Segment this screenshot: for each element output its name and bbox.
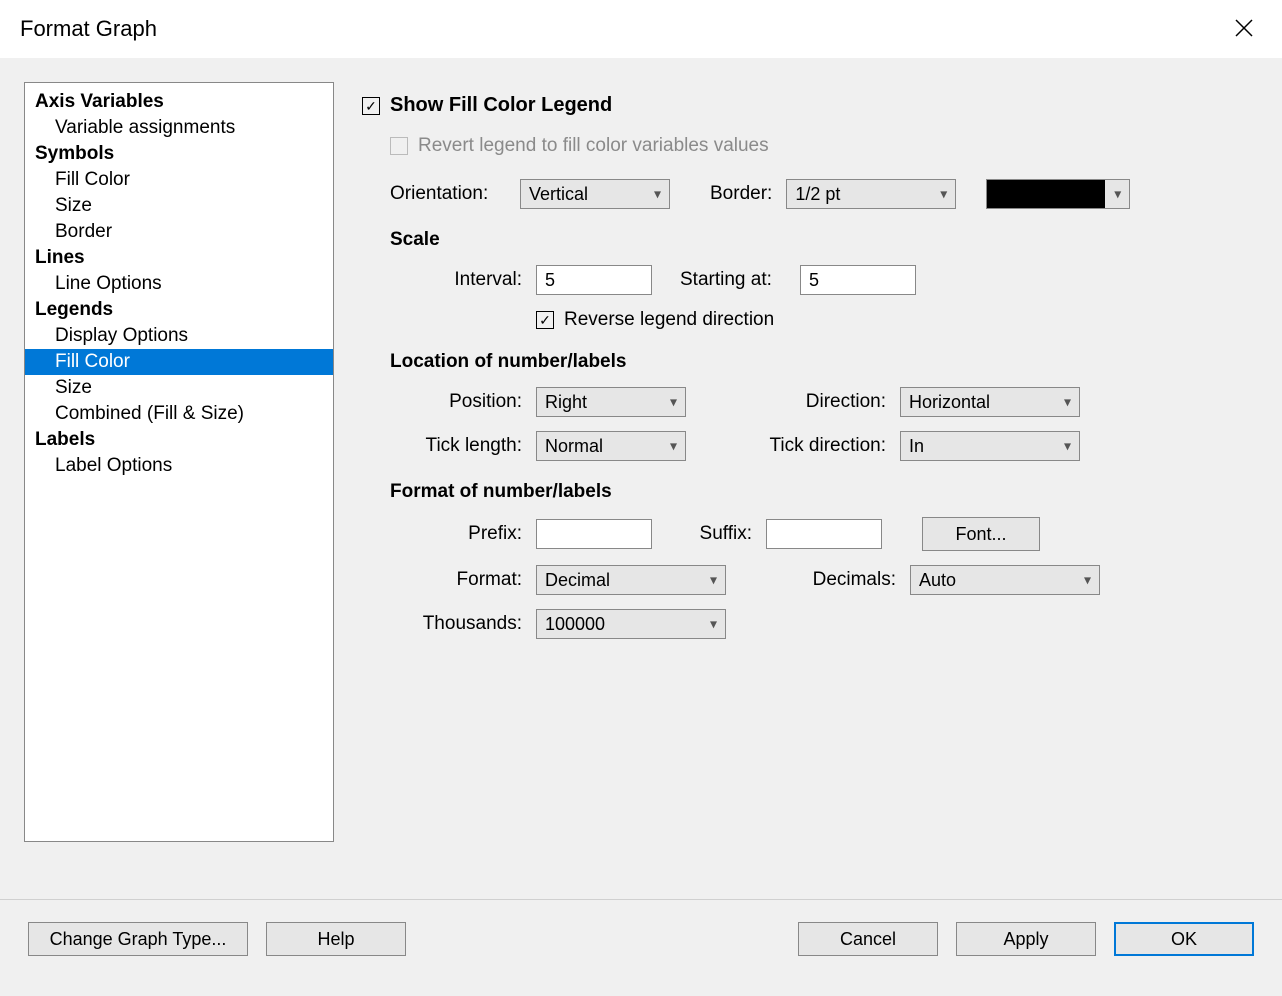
orientation-border-row: Orientation: Vertical ▾ Border: 1/2 pt ▾ (362, 179, 1258, 209)
check-icon: ✓ (365, 99, 377, 113)
chevron-down-icon: ▾ (710, 616, 717, 633)
location-section-title: Location of number/labels (362, 351, 1258, 373)
border-label: Border: (710, 183, 772, 205)
chevron-down-icon: ▾ (1084, 572, 1091, 589)
format-dropdown[interactable]: Decimal ▾ (536, 565, 726, 595)
tree-item[interactable]: Border (25, 219, 333, 245)
revert-legend-row: Revert legend to fill color variables va… (362, 135, 1258, 157)
border-width-dropdown[interactable]: 1/2 pt ▾ (786, 179, 956, 209)
dialog-footer: Change Graph Type... Help Cancel Apply O… (0, 899, 1282, 996)
border-color-picker[interactable]: ▾ (986, 179, 1130, 209)
orientation-label: Orientation: (390, 183, 510, 205)
prefix-label: Prefix: (402, 523, 536, 545)
format-section-title: Format of number/labels (362, 481, 1258, 503)
chevron-down-icon: ▾ (670, 394, 677, 411)
position-dropdown[interactable]: Right ▾ (536, 387, 686, 417)
interval-input[interactable]: 5 (536, 265, 652, 295)
decimals-label: Decimals: (786, 569, 910, 591)
close-icon (1234, 18, 1254, 38)
help-button[interactable]: Help (266, 922, 406, 956)
revert-legend-label: Revert legend to fill color variables va… (418, 135, 769, 157)
orientation-dropdown[interactable]: Vertical ▾ (520, 179, 670, 209)
close-button[interactable] (1226, 12, 1262, 46)
scale-section-title: Scale (362, 229, 1258, 251)
tree-header[interactable]: Lines (25, 245, 333, 271)
reverse-direction-row: ✓ Reverse legend direction (362, 309, 1258, 331)
chevron-down-icon: ▾ (1114, 186, 1121, 203)
tree-item[interactable]: Label Options (25, 453, 333, 479)
tick-direction-dropdown[interactable]: In ▾ (900, 431, 1080, 461)
tick-length-label: Tick length: (402, 435, 536, 457)
chevron-down-icon: ▾ (1064, 394, 1071, 411)
tree-header[interactable]: Axis Variables (25, 89, 333, 115)
chevron-down-icon: ▾ (670, 438, 677, 455)
tree-item[interactable]: Fill Color (25, 167, 333, 193)
format-label: Format: (402, 569, 536, 591)
show-legend-label: Show Fill Color Legend (390, 94, 612, 117)
prefix-suffix-row: Prefix: Suffix: Font... (362, 517, 1258, 551)
tree-item[interactable]: Combined (Fill & Size) (25, 401, 333, 427)
chevron-down-icon: ▾ (710, 572, 717, 589)
font-button[interactable]: Font... (922, 517, 1040, 551)
apply-button[interactable]: Apply (956, 922, 1096, 956)
chevron-down-icon: ▾ (1064, 438, 1071, 455)
change-graph-type-button[interactable]: Change Graph Type... (28, 922, 248, 956)
thousands-dropdown[interactable]: 100000 ▾ (536, 609, 726, 639)
tree-item[interactable]: Size (25, 375, 333, 401)
position-label: Position: (402, 391, 536, 413)
tree-header[interactable]: Legends (25, 297, 333, 323)
category-tree[interactable]: Axis VariablesVariable assignmentsSymbol… (24, 82, 334, 842)
thousands-label: Thousands: (402, 613, 536, 635)
tree-header[interactable]: Labels (25, 427, 333, 453)
ok-button[interactable]: OK (1114, 922, 1254, 956)
starting-at-input[interactable]: 5 (800, 265, 916, 295)
reverse-direction-checkbox[interactable]: ✓ (536, 311, 554, 329)
settings-panel: ✓ Show Fill Color Legend Revert legend t… (362, 82, 1258, 899)
chevron-down-icon: ▾ (940, 186, 947, 203)
tick-row: Tick length: Normal ▾ Tick direction: In… (362, 431, 1258, 461)
format-graph-dialog: Format Graph Axis VariablesVariable assi… (0, 0, 1282, 996)
suffix-input[interactable] (766, 519, 882, 549)
tree-item[interactable]: Line Options (25, 271, 333, 297)
color-swatch (987, 180, 1105, 208)
chevron-down-icon: ▾ (654, 186, 661, 203)
starting-at-label: Starting at: (680, 269, 800, 291)
position-direction-row: Position: Right ▾ Direction: Horizontal … (362, 387, 1258, 417)
show-fill-color-legend-row: ✓ Show Fill Color Legend (362, 94, 1258, 117)
direction-dropdown[interactable]: Horizontal ▾ (900, 387, 1080, 417)
interval-label: Interval: (422, 269, 536, 291)
tree-item[interactable]: Fill Color (25, 349, 333, 375)
show-fill-color-legend-checkbox[interactable]: ✓ (362, 97, 380, 115)
tree-item[interactable]: Variable assignments (25, 115, 333, 141)
scale-interval-row: Interval: 5 Starting at: 5 (362, 265, 1258, 295)
check-icon: ✓ (539, 313, 551, 327)
tick-direction-label: Tick direction: (746, 435, 900, 457)
tick-length-dropdown[interactable]: Normal ▾ (536, 431, 686, 461)
tree-item[interactable]: Size (25, 193, 333, 219)
direction-label: Direction: (746, 391, 900, 413)
thousands-row: Thousands: 100000 ▾ (362, 609, 1258, 639)
cancel-button[interactable]: Cancel (798, 922, 938, 956)
decimals-dropdown[interactable]: Auto ▾ (910, 565, 1100, 595)
reverse-direction-label: Reverse legend direction (564, 309, 774, 331)
revert-legend-checkbox (390, 137, 408, 155)
dialog-title: Format Graph (20, 16, 157, 42)
prefix-input[interactable] (536, 519, 652, 549)
format-decimals-row: Format: Decimal ▾ Decimals: Auto ▾ (362, 565, 1258, 595)
titlebar: Format Graph (0, 0, 1282, 58)
tree-item[interactable]: Display Options (25, 323, 333, 349)
tree-header[interactable]: Symbols (25, 141, 333, 167)
suffix-label: Suffix: (682, 523, 766, 545)
